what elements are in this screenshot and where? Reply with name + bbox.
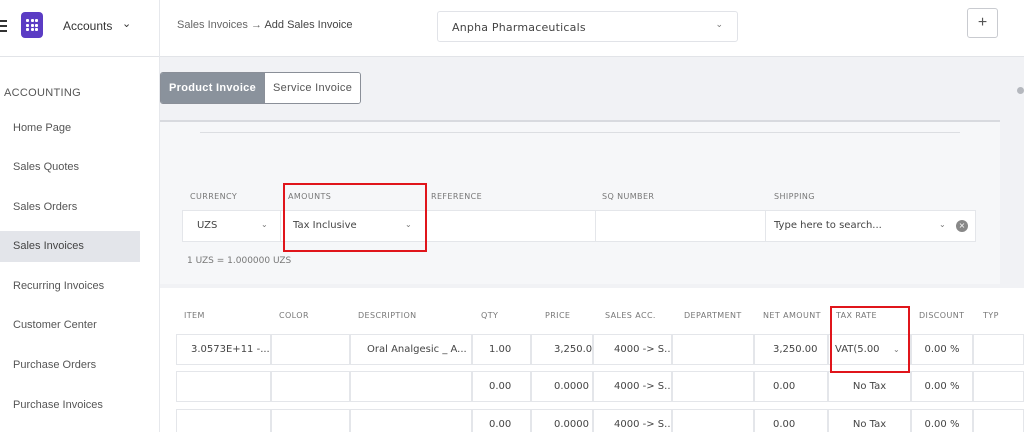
type-cell[interactable]	[973, 371, 1024, 402]
sidebar-item-sales-quotes[interactable]: Sales Quotes	[0, 152, 140, 183]
reference-label: REFERENCE	[431, 192, 483, 201]
department-cell[interactable]	[672, 409, 754, 432]
col-header-color: COLOR	[279, 311, 309, 320]
type-cell[interactable]	[973, 334, 1024, 365]
item-cell[interactable]	[176, 409, 271, 432]
currency-label: CURRENCY	[190, 192, 238, 201]
color-cell[interactable]	[271, 334, 350, 365]
sidebar-item-purchase-invoices[interactable]: Purchase Invoices	[0, 390, 140, 421]
col-header-description: DESCRIPTION	[358, 311, 417, 320]
color-cell[interactable]	[271, 371, 350, 402]
sidebar-item-customer-center[interactable]: Customer Center	[0, 310, 140, 341]
highlight-box-tax-rate	[830, 306, 910, 373]
sidebar-item-purchase-orders[interactable]: Purchase Orders	[0, 350, 140, 381]
invoice-type-tabs: Product Invoice Service Invoice	[160, 72, 362, 104]
currency-select[interactable]: UZS ⌄	[183, 211, 281, 241]
company-select-value: Anpha Pharmaceuticals	[452, 21, 586, 34]
app-logo-icon	[21, 12, 43, 38]
discount-cell[interactable]: 0.00 %	[911, 409, 973, 432]
app-switcher[interactable]: Accounts ⌄	[0, 0, 160, 57]
tab-service-invoice[interactable]: Service Invoice	[265, 73, 361, 103]
clear-icon[interactable]: ×	[956, 220, 968, 232]
company-select[interactable]: Anpha Pharmaceuticals ⌄	[437, 11, 738, 42]
department-cell[interactable]	[672, 334, 754, 365]
description-cell[interactable]: Oral Analgesic _ A...	[350, 334, 472, 365]
color-cell[interactable]	[271, 409, 350, 432]
price-cell[interactable]: 0.0000	[531, 409, 593, 432]
price-cell[interactable]: 0.0000	[531, 371, 593, 402]
col-header-item: ITEM	[184, 311, 205, 320]
description-cell[interactable]	[350, 409, 472, 432]
currency-value: UZS	[197, 220, 218, 231]
breadcrumb-current: Add Sales Invoice	[264, 19, 353, 31]
table-row: 0.00 0.0000 4000 -> S... 0.00 No Tax 0.0…	[176, 409, 1024, 432]
sales-acc-cell[interactable]: 4000 -> S...	[593, 334, 672, 365]
breadcrumb-parent[interactable]: Sales Invoices	[177, 19, 248, 31]
app-switcher-label[interactable]: Accounts	[63, 19, 112, 33]
table-row: 0.00 0.0000 4000 -> S... 0.00 No Tax 0.0…	[176, 371, 1024, 402]
department-cell[interactable]	[672, 371, 754, 402]
divider	[200, 132, 960, 133]
add-button[interactable]: +	[967, 8, 998, 38]
sidebar-item-sales-invoices[interactable]: Sales Invoices	[0, 231, 140, 262]
discount-cell[interactable]: 0.00 %	[911, 371, 973, 402]
net-amount-cell: 3,250.00	[754, 334, 828, 365]
item-cell[interactable]	[176, 371, 271, 402]
sidebar-item-home-page[interactable]: Home Page	[0, 113, 140, 144]
shipping-placeholder: Type here to search...	[774, 220, 882, 231]
tax-rate-select[interactable]: No Tax	[828, 371, 911, 402]
sales-acc-cell[interactable]: 4000 -> S...	[593, 371, 672, 402]
price-cell[interactable]: 3,250.0	[531, 334, 593, 365]
qty-cell[interactable]: 1.00	[472, 334, 531, 365]
sidebar: ACCOUNTING Home Page Sales Quotes Sales …	[0, 57, 160, 432]
breadcrumb-separator: →	[251, 19, 262, 31]
item-cell[interactable]: 3.0573E+11 -...	[176, 334, 271, 365]
net-amount-cell: 0.00	[754, 409, 828, 432]
col-header-net-amount: NET AMOUNT	[763, 311, 821, 320]
sq-number-label: SQ NUMBER	[602, 192, 655, 201]
shipping-search[interactable]: Type here to search... ⌄ ×	[766, 211, 975, 241]
col-header-discount: DISCOUNT	[919, 311, 965, 320]
tab-product-invoice[interactable]: Product Invoice	[161, 73, 266, 103]
sidebar-section-title: ACCOUNTING	[4, 87, 81, 99]
sq-number-input[interactable]	[596, 211, 766, 241]
chevron-down-icon: ⌄	[939, 220, 946, 229]
qty-cell[interactable]: 0.00	[472, 371, 531, 402]
sales-acc-cell[interactable]: 4000 -> S...	[593, 409, 672, 432]
type-cell[interactable]	[973, 409, 1024, 432]
exchange-rate-note: 1 UZS = 1.000000 UZS	[187, 256, 292, 266]
chevron-down-icon: ⌄	[715, 20, 723, 30]
col-header-type: TYP	[983, 311, 999, 320]
shipping-label: SHIPPING	[774, 192, 815, 201]
discount-cell[interactable]: 0.00 %	[911, 334, 973, 365]
sidebar-item-sales-orders[interactable]: Sales Orders	[0, 192, 140, 223]
col-header-price: PRICE	[545, 311, 571, 320]
top-bar: Accounts ⌄ Sales Invoices → Add Sales In…	[0, 0, 1024, 57]
highlight-box-amounts	[283, 183, 427, 252]
reference-input[interactable]	[426, 211, 596, 241]
breadcrumb: Sales Invoices → Add Sales Invoice	[177, 19, 353, 31]
description-cell[interactable]	[350, 371, 472, 402]
sidebar-item-recurring-invoices[interactable]: Recurring Invoices	[0, 271, 140, 302]
col-header-sales-acc: SALES ACC.	[605, 311, 656, 320]
chevron-down-icon: ⌄	[261, 220, 268, 229]
net-amount-cell: 0.00	[754, 371, 828, 402]
col-header-qty: QTY	[481, 311, 499, 320]
status-dot-icon	[1017, 87, 1024, 94]
col-header-department: DEPARTMENT	[684, 311, 742, 320]
qty-cell[interactable]: 0.00	[472, 409, 531, 432]
tax-rate-select[interactable]: No Tax	[828, 409, 911, 432]
chevron-down-icon[interactable]: ⌄	[122, 17, 131, 30]
hamburger-icon[interactable]	[0, 20, 7, 34]
